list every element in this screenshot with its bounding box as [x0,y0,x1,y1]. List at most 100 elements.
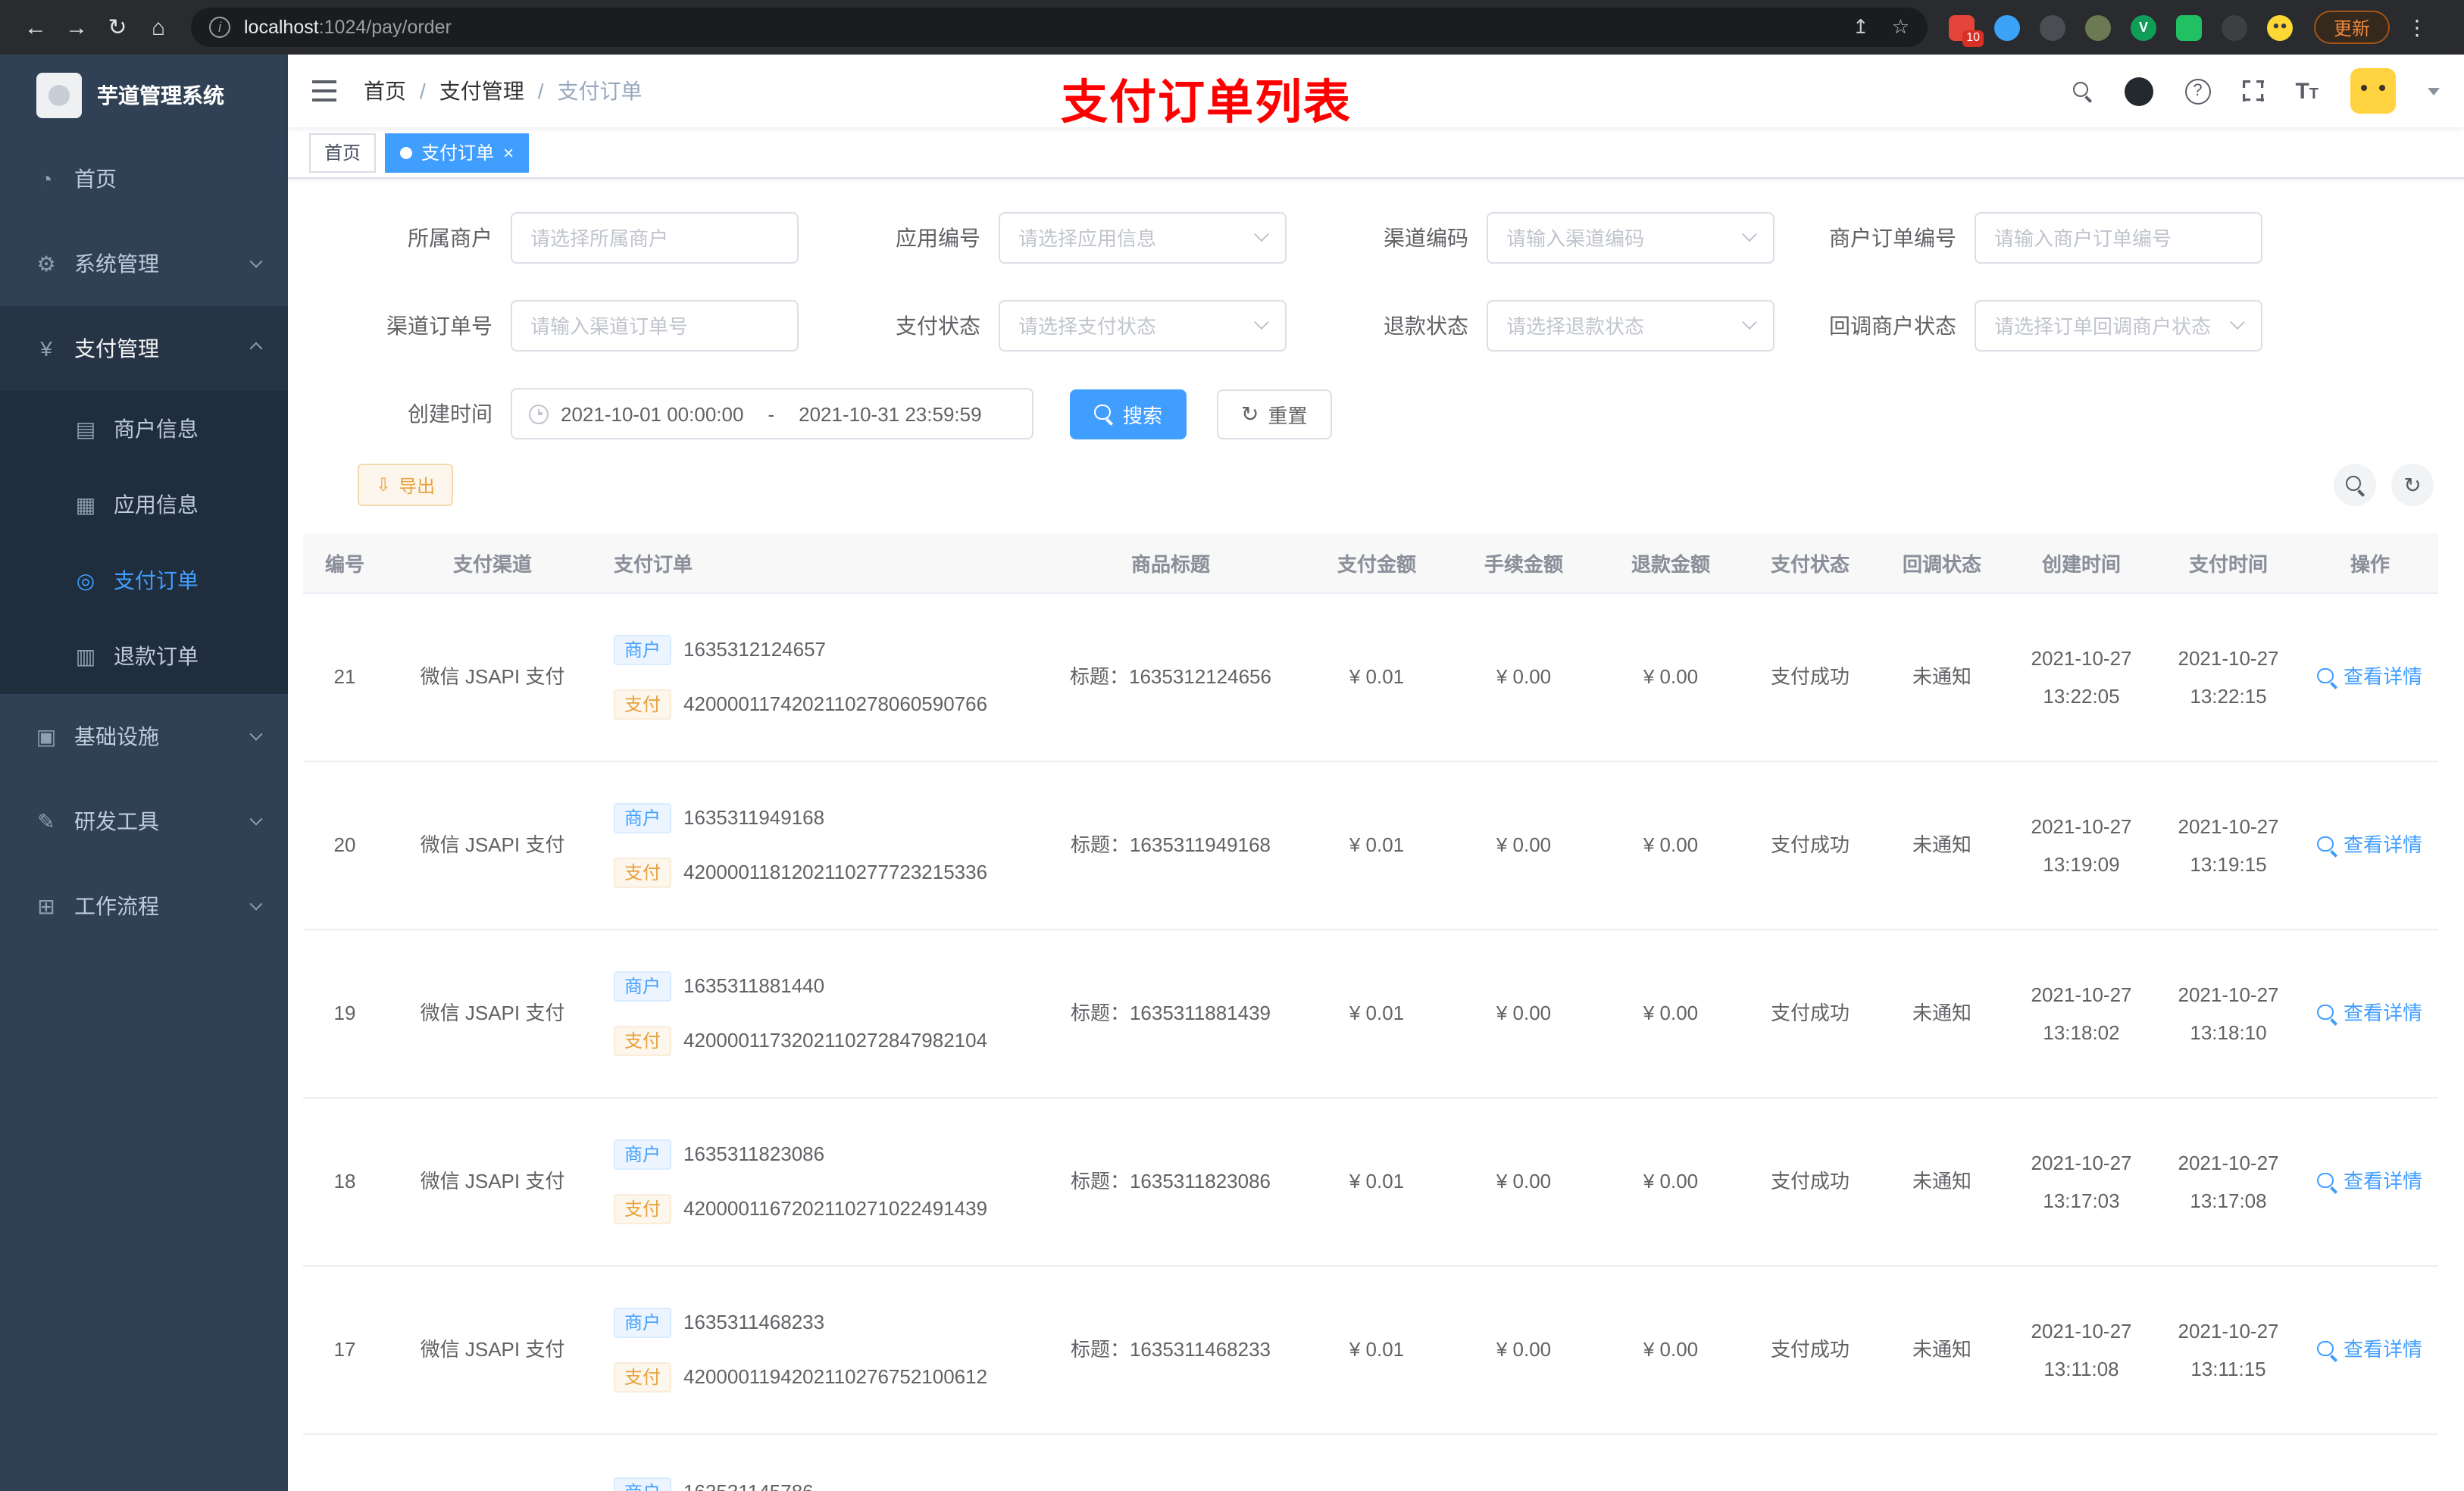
refresh-table-button[interactable]: ↻ [2391,464,2434,506]
extension-icon-chat[interactable] [2176,14,2202,40]
github-icon[interactable] [2124,77,2153,105]
cell-refund: ¥ 0.00 [1643,1338,1699,1361]
user-avatar[interactable] [2350,68,2396,114]
view-detail-link[interactable]: 查看详情 [2317,999,2422,1029]
forward-icon[interactable]: → [56,7,97,48]
channel-code-input[interactable] [1488,214,1744,262]
toggle-search-button[interactable] [2334,464,2376,506]
workflow-icon: ⊞ [37,893,55,917]
order-number: 4200001167202110271022491439 [683,1197,988,1221]
view-detail-link[interactable]: 查看详情 [2317,1167,2422,1197]
merchant-input[interactable] [512,214,797,262]
breadcrumb-current: 支付订单 [557,79,643,103]
sidebar-item-pay-order[interactable]: ◎ 支付订单 [0,542,288,618]
filter-label: 商户订单编号 [1829,226,1956,250]
view-detail-link[interactable]: 查看详情 [2317,831,2422,861]
breadcrumb-separator: / [537,79,544,103]
refund-status-select[interactable] [1487,300,1775,352]
filter-merchant-order-no: 商户订单编号 [1793,212,2281,264]
view-detail-link[interactable]: 查看详情 [2317,1336,2422,1365]
breadcrumb-home[interactable]: 首页 [364,76,406,106]
tab-pay-order[interactable]: 支付订单 × [385,133,530,172]
export-button[interactable]: ⇩ 导出 [358,464,454,506]
sidebar-item-payment[interactable]: ¥ 支付管理 [0,306,288,391]
fullscreen-icon[interactable] [2242,80,2264,102]
info-icon[interactable]: i [209,17,230,38]
extension-icon-blue[interactable] [1994,14,2020,40]
tab-home[interactable]: 首页 [309,133,377,172]
extension-icon-green-v[interactable]: V [2131,14,2156,40]
search-icon[interactable] [2072,81,2092,101]
cell-refund: ¥ 0.00 [1643,833,1699,857]
sidebar: 芋道管理系统 ◔ 首页 ⚙ 系统管理 ¥ 支付管理 ▤ 商户信息 ▦ 应用信息 … [0,55,288,1491]
extension-icon-red[interactable]: 10 [1949,14,1984,46]
gear-icon: ⚙ [36,251,56,275]
sidebar-item-app-info[interactable]: ▦ 应用信息 [0,467,288,542]
font-size-icon[interactable]: TT [2295,80,2319,102]
filter-pay-status: 支付状态 [817,300,1305,352]
refund-order-icon: ▥ [75,643,96,667]
hamburger-icon[interactable] [312,80,336,102]
close-icon[interactable]: × [503,143,514,161]
devtools-icon: ✎ [37,808,55,833]
channel-code-select[interactable] [1487,212,1775,264]
channel-order-no-input[interactable] [512,302,797,350]
pay-status-input[interactable] [1000,302,1256,350]
cell-id: 18 [333,1170,356,1193]
profile-avatar-icon[interactable] [2267,14,2293,40]
browser-update-button[interactable]: 更新 [2314,11,2391,44]
home-icon[interactable]: ⌂ [138,7,179,48]
sidebar-item-devtools[interactable]: ✎ 研发工具 [0,779,288,864]
sidebar-item-refund-order[interactable]: ▥ 退款订单 [0,618,288,694]
notify-status-select[interactable] [1975,300,2262,352]
extension-icon-gray[interactable] [2040,14,2065,40]
notify-status-input[interactable] [1976,302,2232,350]
filter-merchant: 所属商户 [329,212,817,264]
app-id-select[interactable] [999,212,1287,264]
back-icon[interactable]: ← [15,7,56,48]
filter-row-1: 所属商户 应用编号 渠道编码 商户订单编号 [288,212,2464,264]
search-button[interactable]: 搜索 [1070,389,1187,439]
table-header-row: 编号 支付渠道 支付订单 商品标题 支付金额 手续金额 退款金额 支付状态 回调状态 创建时间 支付… [303,533,2438,594]
order-number: 4200001181202110277723215336 [683,861,988,884]
merchant-order-no-input[interactable] [1976,214,2261,262]
sidebar-item-infrastructure[interactable]: ▣ 基础设施 [0,694,288,779]
chevron-down-icon [249,897,263,911]
refund-status-input[interactable] [1488,302,1744,350]
sidebar-item-system[interactable]: ⚙ 系统管理 [0,221,288,306]
column-header: 支付状态 [1770,553,1850,576]
reload-icon[interactable]: ↻ [97,7,138,48]
browser-menu-icon[interactable]: ⋮ [2405,14,2429,40]
chevron-down-icon [2230,314,2245,330]
reset-button[interactable]: ↻ 重置 [1217,389,1332,439]
cell-fee [1450,1435,1597,1491]
sidebar-logo[interactable]: 芋道管理系统 [0,55,288,136]
question-icon[interactable]: ? [2184,78,2211,104]
cell-id: 20 [333,833,356,857]
date-range-input[interactable]: 2021-10-01 00:00:00 - 2021-10-31 23:59:5… [511,388,1033,439]
app-id-input[interactable] [1000,214,1256,262]
extension-icon-olive[interactable] [2085,14,2111,40]
address-bar[interactable]: i localhost:1024/pay/order ↥ ☆ [191,8,1928,47]
sidebar-item-merchant-info[interactable]: ▤ 商户信息 [0,391,288,467]
cell-create-time: 2021-10-27 13:22:05 [2031,647,2132,707]
cell-action: 查看详情 [2302,930,2438,1097]
sidebar-item-home[interactable]: ◔ 首页 [0,136,288,221]
filter-label: 退款状态 [1384,314,1468,338]
view-detail-link[interactable]: 查看详情 [2317,663,2422,692]
cell-channel [386,1435,599,1491]
star-icon[interactable]: ☆ [1892,15,1909,39]
chevron-down-icon [249,255,263,268]
share-icon[interactable]: ↥ [1853,15,1869,39]
pay-status-select[interactable] [999,300,1287,352]
extension-icon-dark[interactable] [2222,14,2247,40]
cell-fee: ¥ 0.00 [1496,833,1552,857]
breadcrumb-payment[interactable]: 支付管理 [439,76,524,106]
sidebar-item-workflow[interactable]: ⊞ 工作流程 [0,864,288,949]
cell-pay-order: 商户 1635312124657 支付 42000011742021102780605… [599,594,1038,761]
app-title: 芋道管理系统 [97,83,224,108]
magnifier-icon [2317,1340,2337,1360]
magnifier-icon [2317,836,2337,855]
chevron-down-icon[interactable] [2428,87,2440,95]
table-row: 20 微信 JSAPI 支付 商户 1635311949168 支付 4200001181… [303,762,2438,930]
